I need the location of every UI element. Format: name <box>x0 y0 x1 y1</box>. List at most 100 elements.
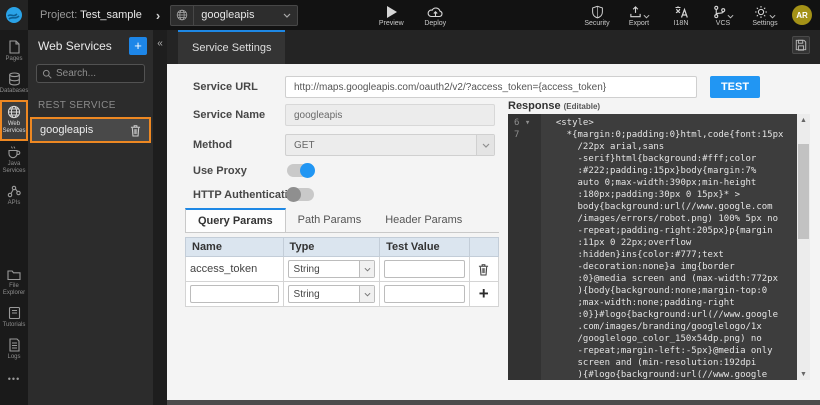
new-param-name-input[interactable] <box>190 285 279 303</box>
project-breadcrumb: Project: Test_sample <box>40 9 142 21</box>
service-settings-content: Service URL TEST Service Name Method GET… <box>167 64 820 405</box>
play-icon <box>385 4 398 19</box>
security-button[interactable]: Security <box>582 4 612 27</box>
editor-code[interactable]: <style> *{margin:0;padding:0}html,code{f… <box>541 114 797 380</box>
main-area: Service Settings Service URL TEST Servic… <box>167 30 820 405</box>
chevron-down-icon <box>283 13 297 18</box>
left-navigation-rail: Pages Databases Web Services <box>0 30 28 405</box>
service-list-item-googleapis[interactable]: googleapis <box>30 117 151 143</box>
table-new-row: String + <box>186 282 499 307</box>
trash-icon[interactable] <box>130 124 141 137</box>
rail-item-databases[interactable]: Databases <box>0 68 28 100</box>
search-icon <box>42 69 52 79</box>
scroll-up-arrow[interactable]: ▲ <box>797 114 810 126</box>
response-editor[interactable]: 6 ▾ 7 <style> *{margin:0;padding:0}html,… <box>508 114 810 380</box>
col-name: Name <box>186 238 284 257</box>
method-select[interactable]: GET <box>285 134 495 156</box>
http-auth-label: HTTP Authentication <box>193 189 301 201</box>
tab-path-params[interactable]: Path Params <box>286 208 374 232</box>
service-name-input[interactable] <box>285 104 495 126</box>
settings-button[interactable]: Settings <box>750 4 780 27</box>
chevron-down-icon <box>476 135 494 155</box>
wavemaker-logo-icon <box>5 6 23 24</box>
deploy-label: Deploy <box>424 20 446 27</box>
new-param-test-value-input[interactable] <box>384 285 464 303</box>
col-actions <box>469 238 499 257</box>
export-button[interactable]: Export <box>624 4 654 27</box>
rail-more-button[interactable]: ••• <box>8 374 20 384</box>
save-floppy-icon <box>795 39 807 51</box>
table-header-row: Name Type Test Value <box>186 238 499 257</box>
api-nodes-icon <box>7 184 21 198</box>
settings-label: Settings <box>752 20 777 27</box>
deploy-button[interactable]: Deploy <box>420 4 450 27</box>
param-name-cell: access_token <box>186 257 284 282</box>
add-service-button[interactable]: + <box>129 37 147 55</box>
panel-splitter[interactable]: « <box>153 30 167 405</box>
rail-item-java-services[interactable]: Java Services <box>0 141 28 180</box>
export-icon <box>629 5 642 19</box>
user-avatar[interactable]: AR <box>792 5 812 25</box>
i18n-label: I18N <box>674 20 689 27</box>
app-logo[interactable] <box>0 0 28 30</box>
i18n-button[interactable]: I18N <box>666 4 696 27</box>
col-test-value: Test Value <box>380 238 469 257</box>
folder-icon <box>7 268 21 281</box>
translate-icon <box>674 4 688 19</box>
tutorial-icon <box>8 306 21 320</box>
rail-item-tutorials[interactable]: Tutorials <box>0 302 28 334</box>
param-type-select[interactable]: String <box>288 260 376 278</box>
rail-item-pages[interactable]: Pages <box>0 36 28 68</box>
tab-service-settings[interactable]: Service Settings <box>178 30 285 64</box>
editor-tab-bar: Service Settings <box>167 30 820 64</box>
rail-item-web-services[interactable]: Web Services <box>0 100 28 141</box>
service-selector-dropdown[interactable]: googleapis <box>170 5 298 26</box>
params-tab-bar: Query Params Path Params Header Params <box>185 208 499 233</box>
save-button[interactable] <box>792 36 810 54</box>
rail-item-apis[interactable]: APIs <box>0 180 28 212</box>
search-input[interactable] <box>56 68 141 79</box>
use-proxy-label: Use Proxy <box>193 165 247 177</box>
http-auth-toggle[interactable] <box>287 188 314 201</box>
delete-param-button[interactable] <box>474 263 495 276</box>
panel-title: Web Services <box>38 39 129 53</box>
tab-header-params[interactable]: Header Params <box>373 208 474 232</box>
add-param-button[interactable]: + <box>474 284 495 304</box>
collapse-panel-button[interactable]: « <box>153 38 167 49</box>
service-url-label: Service URL <box>193 81 258 93</box>
project-name: Test_sample <box>80 9 142 21</box>
vcs-button[interactable]: VCS <box>708 4 738 27</box>
response-editable-note: (Editable) <box>564 102 600 111</box>
table-row: access_token String <box>186 257 499 282</box>
shield-icon <box>591 4 604 19</box>
tab-query-params[interactable]: Query Params <box>185 208 286 232</box>
query-params-table: Name Type Test Value access_token String <box>185 237 499 307</box>
chevron-down-icon <box>359 286 374 302</box>
rail-item-logs[interactable]: Logs <box>0 334 28 366</box>
chevron-down-icon <box>727 14 734 19</box>
security-label: Security <box>584 20 609 27</box>
vcs-label: VCS <box>716 20 730 27</box>
top-bar: Project: Test_sample › googleapis Previe… <box>0 0 820 30</box>
preview-label: Preview <box>379 20 404 27</box>
branch-icon <box>713 5 726 19</box>
editor-line-numbers[interactable]: 6 ▾ 7 <box>508 114 541 380</box>
scrollbar-thumb[interactable] <box>798 144 809 239</box>
param-test-value-input[interactable] <box>384 260 464 278</box>
rail-item-file-explorer[interactable]: File Explorer <box>0 264 28 302</box>
trash-icon <box>478 263 489 276</box>
editor-scrollbar[interactable]: ▲ ▼ <box>797 114 810 380</box>
test-button[interactable]: TEST <box>710 76 760 98</box>
new-param-type-select[interactable]: String <box>288 285 376 303</box>
service-url-input[interactable] <box>285 76 697 98</box>
coffee-icon <box>7 145 21 159</box>
method-value: GET <box>286 140 476 151</box>
chevron-right-icon: › <box>156 8 160 23</box>
use-proxy-toggle[interactable] <box>287 164 314 177</box>
log-icon <box>8 338 21 352</box>
preview-button[interactable]: Preview <box>376 4 406 27</box>
window-bottom-edge <box>167 400 820 405</box>
scroll-down-arrow[interactable]: ▼ <box>797 368 810 380</box>
method-label: Method <box>193 139 232 151</box>
service-search-box[interactable] <box>36 64 145 83</box>
